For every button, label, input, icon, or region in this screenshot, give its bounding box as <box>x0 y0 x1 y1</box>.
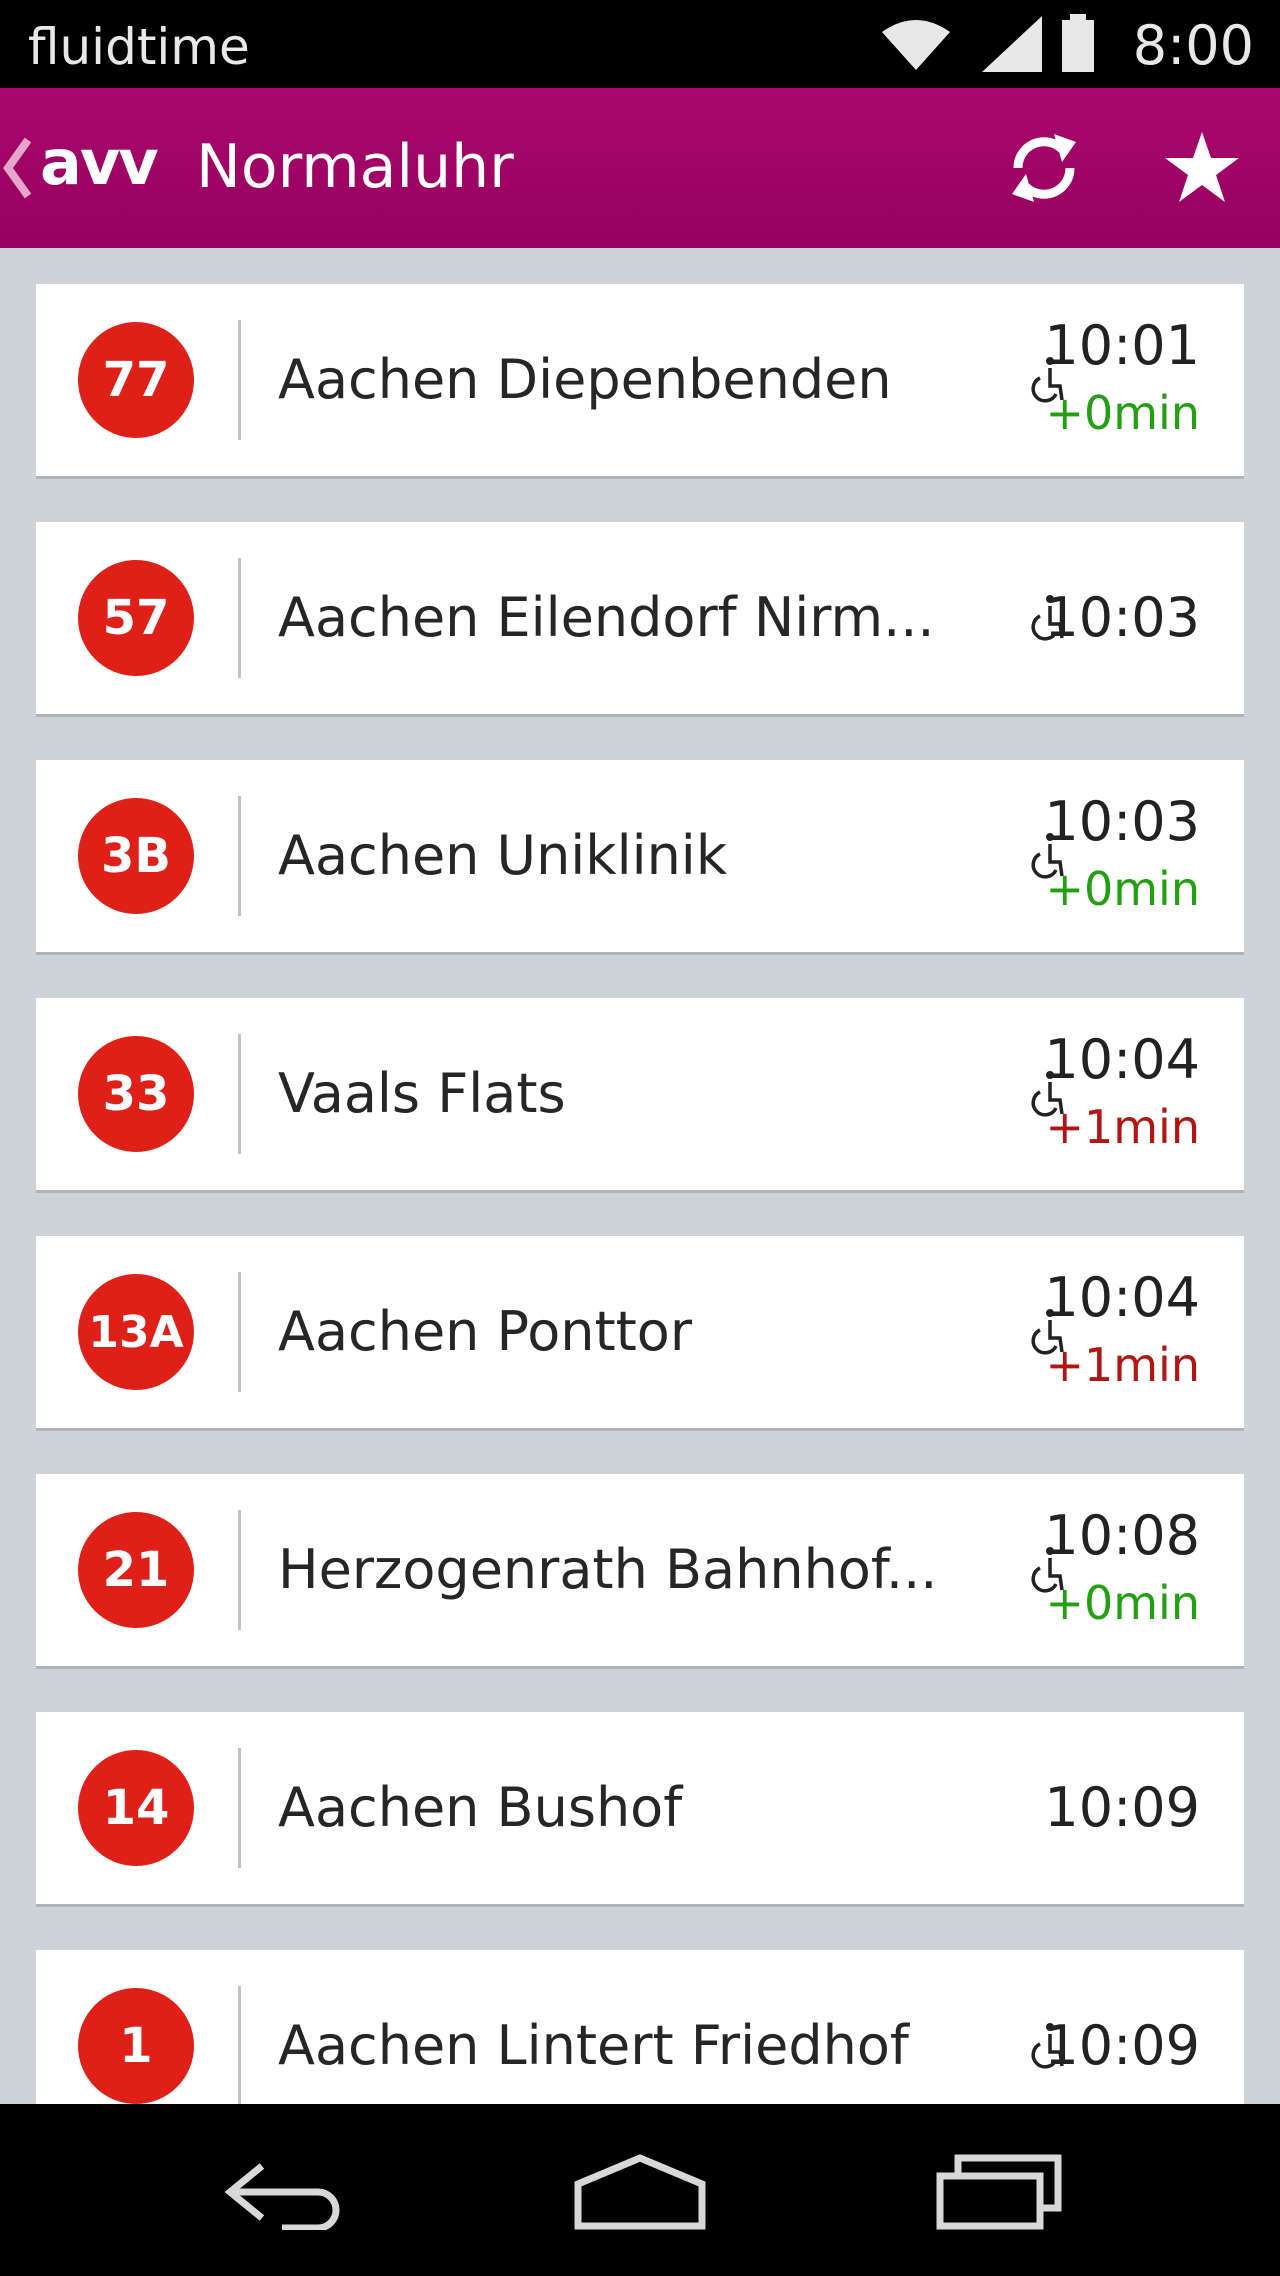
line-badge: 13A <box>78 1274 194 1390</box>
departure-time: 10:09 <box>1044 2014 1200 2077</box>
departure-time: 10:03 <box>1044 790 1200 853</box>
destination: Aachen Uniklinik <box>278 824 728 887</box>
status-time: 8:00 <box>1132 14 1254 77</box>
destination: Aachen Eilendorf Nirm... <box>278 586 935 649</box>
app-logo[interactable]: avv <box>40 126 159 199</box>
up-chevron-icon[interactable] <box>0 132 34 204</box>
divider <box>238 320 241 440</box>
signal-icon <box>982 16 1042 72</box>
recents-icon[interactable] <box>936 2154 1062 2230</box>
status-bar: fluidtime 8:00 <box>0 0 1280 88</box>
destination: Aachen Lintert Friedhof <box>278 2014 909 2077</box>
destination: Herzogenrath Bahnhof... <box>278 1538 938 1601</box>
departure-row[interactable]: 57 Aachen Eilendorf Nirm... 10:03 <box>36 522 1244 714</box>
star-icon[interactable] <box>1162 128 1242 208</box>
status-carrier: fluidtime <box>28 18 250 76</box>
divider <box>238 1510 241 1630</box>
divider <box>238 558 241 678</box>
delay-label: +1min <box>1045 1100 1200 1154</box>
action-bar: avv Normaluhr <box>0 88 1280 248</box>
home-icon[interactable] <box>574 2154 706 2230</box>
divider <box>238 1986 241 2104</box>
delay-label: +0min <box>1045 1576 1200 1630</box>
destination: Vaals Flats <box>278 1062 566 1125</box>
departure-row[interactable]: 3B Aachen Uniklinik 10:03 +0min <box>36 760 1244 952</box>
line-badge: 77 <box>78 322 194 438</box>
navigation-bar <box>0 2104 1280 2276</box>
destination: Aachen Ponttor <box>278 1300 693 1363</box>
divider <box>238 1272 241 1392</box>
departure-time: 10:01 <box>1044 314 1200 377</box>
page-title: Normaluhr <box>196 132 514 202</box>
line-badge: 57 <box>78 560 194 676</box>
refresh-icon[interactable] <box>1004 128 1084 208</box>
delay-label: +0min <box>1045 862 1200 916</box>
departure-time: 10:04 <box>1044 1028 1200 1091</box>
departure-row[interactable]: 77 Aachen Diepenbenden 10:01 +0min <box>36 284 1244 476</box>
line-badge: 33 <box>78 1036 194 1152</box>
departure-time: 10:04 <box>1044 1266 1200 1329</box>
departure-row[interactable]: 33 Vaals Flats 10:04 +1min <box>36 998 1244 1190</box>
departure-time: 10:03 <box>1044 586 1200 649</box>
departure-row[interactable]: 14 Aachen Bushof 10:09 <box>36 1712 1244 1904</box>
wifi-icon <box>882 20 950 70</box>
line-badge: 14 <box>78 1750 194 1866</box>
line-badge: 21 <box>78 1512 194 1628</box>
departure-row[interactable]: 13A Aachen Ponttor 10:04 +1min <box>36 1236 1244 1428</box>
destination: Aachen Bushof <box>278 1776 683 1839</box>
battery-icon <box>1062 14 1094 72</box>
back-icon[interactable] <box>222 2154 350 2230</box>
departure-time: 10:09 <box>1044 1776 1200 1839</box>
line-badge: 3B <box>78 798 194 914</box>
divider <box>238 796 241 916</box>
delay-label: +0min <box>1045 386 1200 440</box>
departure-list: 77 Aachen Diepenbenden 10:01 +0min 57 Aa… <box>36 284 1244 2104</box>
line-badge: 1 <box>78 1988 194 2104</box>
divider <box>238 1034 241 1154</box>
divider <box>238 1748 241 1868</box>
delay-label: +1min <box>1045 1338 1200 1392</box>
departure-row[interactable]: 1 Aachen Lintert Friedhof 10:09 <box>36 1950 1244 2104</box>
departure-time: 10:08 <box>1044 1504 1200 1567</box>
departure-row[interactable]: 21 Herzogenrath Bahnhof... 10:08 +0min <box>36 1474 1244 1666</box>
destination: Aachen Diepenbenden <box>278 348 892 411</box>
